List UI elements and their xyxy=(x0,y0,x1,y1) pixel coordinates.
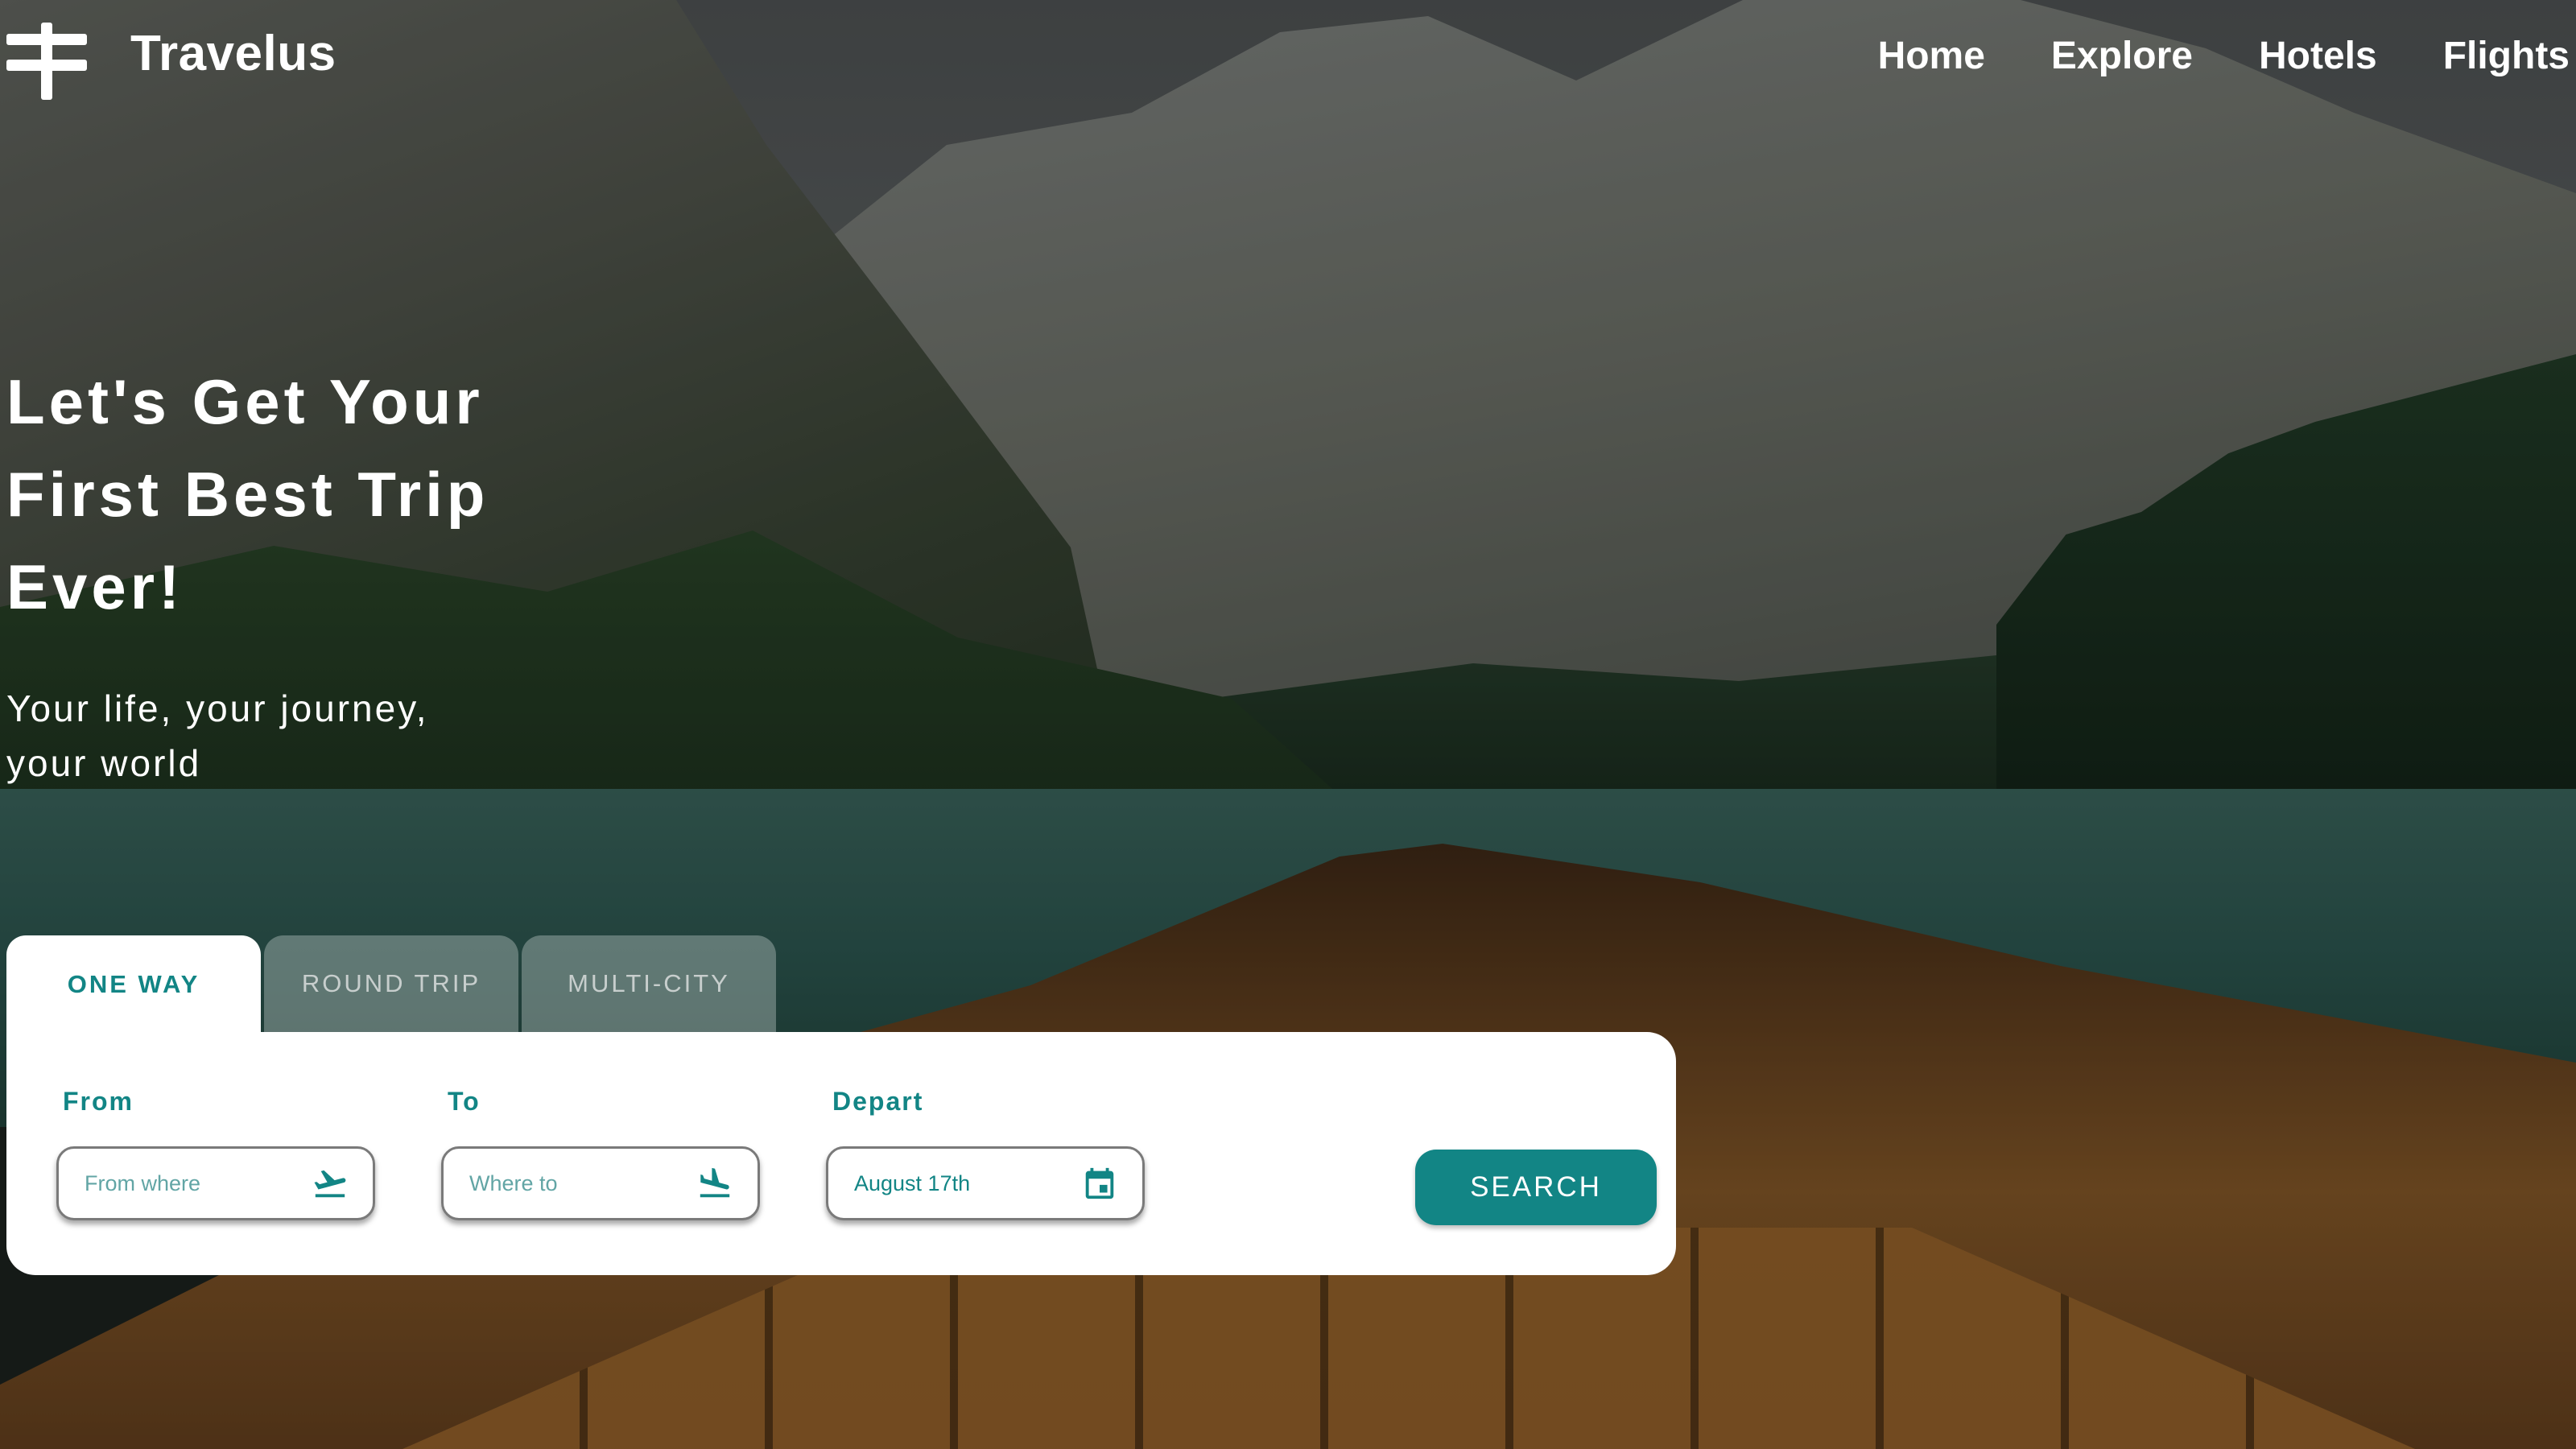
hero-title-line: First Best Trip xyxy=(6,459,489,530)
brand-logo[interactable]: Travelus xyxy=(6,23,336,100)
to-placeholder: Where to xyxy=(469,1170,558,1195)
airplane-landing-icon xyxy=(700,1167,730,1198)
nav-flights[interactable]: Flights xyxy=(2443,34,2570,78)
from-label: From xyxy=(63,1087,134,1116)
depart-date-value: August 17th xyxy=(854,1170,971,1195)
hero-subtitle: Your life, your journey, your world xyxy=(6,681,570,791)
main-nav: Home Explore Hotels Flights xyxy=(1878,34,2570,78)
tab-round-trip[interactable]: Round Trip xyxy=(264,935,518,1032)
airplane-takeoff-icon xyxy=(314,1170,346,1198)
flight-search-panel: From To Depart From where Where to Augus… xyxy=(6,1032,1676,1275)
hero-title-line: Ever! xyxy=(6,551,184,622)
nav-explore[interactable]: Explore xyxy=(2051,34,2193,78)
depart-date-field[interactable]: August 17th xyxy=(826,1146,1145,1220)
tab-one-way[interactable]: One Way xyxy=(6,935,261,1045)
to-field[interactable]: Where to xyxy=(441,1146,760,1220)
search-button[interactable]: Search xyxy=(1415,1150,1657,1225)
hero-subtitle-line: your world xyxy=(6,742,202,784)
from-field[interactable]: From where xyxy=(56,1146,375,1220)
from-placeholder: From where xyxy=(85,1170,201,1195)
hero-title: Let's Get Your First Best Trip Ever! xyxy=(6,356,618,634)
hero-subtitle-line: Your life, your journey, xyxy=(6,687,429,729)
to-label: To xyxy=(448,1087,481,1116)
nav-home[interactable]: Home xyxy=(1878,34,1985,78)
trip-type-tabs: One Way Round Trip Multi-City xyxy=(6,935,776,1045)
depart-label: Depart xyxy=(832,1087,924,1116)
nav-hotels[interactable]: Hotels xyxy=(2259,34,2377,78)
signpost-icon xyxy=(6,23,87,100)
brand-name: Travelus xyxy=(130,25,336,81)
tab-multi-city[interactable]: Multi-City xyxy=(522,935,776,1032)
calendar-icon xyxy=(1085,1167,1114,1199)
hero-title-line: Let's Get Your xyxy=(6,366,484,437)
